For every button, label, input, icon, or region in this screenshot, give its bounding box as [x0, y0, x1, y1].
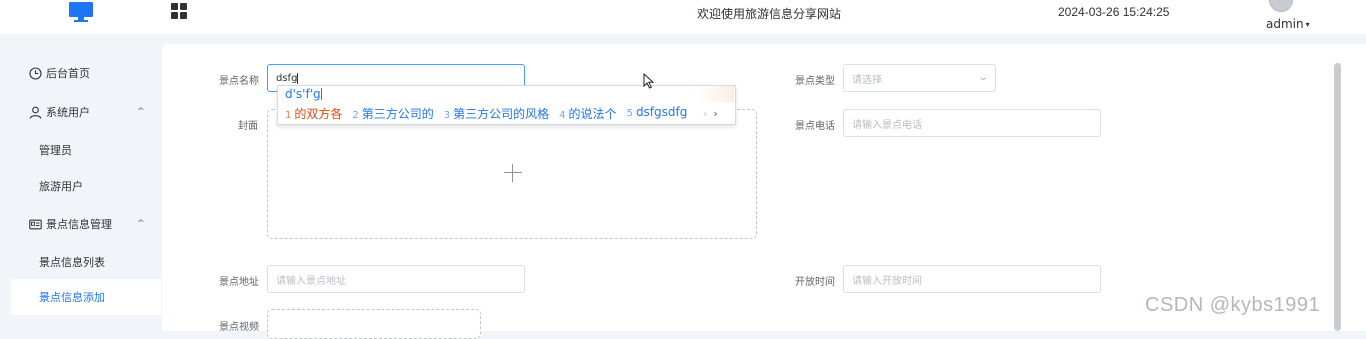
spot-phone-placeholder: 请输入景点电话	[852, 119, 922, 131]
ime-candidate-window: d's'f'g 1 的双方各 2 第三方公司的 3 第三方公司的风格 4 的说法个 5d…	[277, 85, 736, 125]
spot-address-label: 景点地址	[219, 277, 259, 288]
ime-candidate-text: 第三方公司的风格	[453, 107, 550, 121]
chevron-up-icon: ^	[137, 219, 145, 229]
ime-candidate-number: 3	[443, 110, 451, 121]
sidebar-item-admins[interactable]: 管理员	[0, 132, 161, 168]
user-name-label: admin	[1266, 17, 1304, 31]
chevron-down-icon: ⌄	[976, 72, 989, 83]
sidebar-item-label: 系统用户	[46, 106, 90, 119]
spot-phone-label: 景点电话	[795, 121, 835, 132]
ime-candidate[interactable]: 2 第三方公司的	[352, 105, 433, 122]
user-menu[interactable]: admin ▾	[1266, 17, 1310, 31]
cover-upload-area[interactable]	[267, 109, 757, 239]
sidebar-item-home[interactable]: 后台首页	[0, 55, 161, 91]
monitor-logo-icon	[69, 2, 93, 22]
sidebar-item-label: 景点信息管理	[46, 218, 112, 231]
spot-phone-input[interactable]: 请输入景点电话	[843, 109, 1101, 137]
plus-icon	[504, 164, 522, 182]
ime-candidate-number: 5	[626, 108, 633, 119]
ime-skin-decoration	[698, 86, 734, 102]
ime-candidate-list: 1 的双方各 2 第三方公司的 3 第三方公司的风格 4 的说法个 5 dsfgsdfg	[285, 105, 697, 122]
spot-type-label: 景点类型	[795, 76, 835, 87]
ime-candidate[interactable]: 3 第三方公司的风格	[444, 105, 549, 122]
site-title: 欢迎使用旅游信息分享网站	[697, 7, 842, 21]
ime-candidate-text: 的双方各	[294, 107, 343, 121]
ime-composition: d's'f'g	[285, 87, 322, 101]
ime-candidate-number: 1	[285, 110, 292, 121]
ime-candidate-number: 4	[559, 110, 566, 121]
menu-grid-icon[interactable]	[171, 3, 187, 19]
spot-address-input[interactable]: 请输入景点地址	[267, 265, 525, 293]
watermark: CSDN @kybs1991	[1145, 294, 1321, 316]
open-time-label: 开放时间	[795, 277, 835, 288]
user-icon	[28, 105, 42, 119]
open-time-input[interactable]: 请输入开放时间	[843, 265, 1101, 293]
top-header: 欢迎使用旅游信息分享网站 2024-03-26 15:24:25 admin ▾	[0, 0, 1366, 34]
video-upload-area[interactable]	[267, 309, 481, 339]
id-card-icon	[28, 217, 42, 231]
sidebar-item-spot-add[interactable]: 景点信息添加	[11, 279, 161, 315]
text-caret	[297, 72, 299, 84]
sidebar-item-travel-users[interactable]: 旅游用户	[0, 168, 161, 204]
spot-type-select[interactable]: 请选择 ⌄	[843, 64, 996, 92]
sidebar-item-spot-management[interactable]: 景点信息管理 ^	[0, 206, 161, 242]
spot-address-placeholder: 请输入景点地址	[276, 275, 346, 287]
chevron-left-icon[interactable]: ‹	[703, 107, 707, 120]
ime-candidate[interactable]: 4 的说法个	[559, 105, 616, 122]
user-avatar[interactable]	[1269, 0, 1293, 12]
ime-candidate-text: 第三方公司的	[361, 107, 434, 121]
mouse-pointer-icon	[643, 73, 655, 89]
spot-name-label: 景点名称	[219, 76, 259, 87]
sidebar-item-label: 后台首页	[46, 67, 90, 80]
sidebar-item-system-users[interactable]: 系统用户 ^	[0, 94, 161, 130]
sidebar-item-spot-list[interactable]: 景点信息列表	[0, 244, 161, 280]
vertical-scrollbar[interactable]	[1334, 63, 1341, 331]
caret-down-icon: ▾	[1305, 20, 1310, 29]
open-time-placeholder: 请输入开放时间	[852, 275, 922, 287]
ime-candidate[interactable]: 1 的双方各	[285, 105, 342, 122]
clock-icon	[28, 66, 42, 80]
ime-caret	[320, 88, 322, 100]
ime-candidate-number: 2	[352, 110, 359, 121]
chevron-up-icon: ^	[137, 107, 145, 117]
ime-candidate-text: 的说法个	[568, 107, 617, 121]
ime-composition-text: d's'f'g	[285, 87, 321, 101]
ime-candidate-text: dsfgsdfg	[635, 105, 688, 119]
ime-candidate[interactable]: 5 dsfgsdfg	[627, 105, 688, 122]
cover-label: 封面	[238, 121, 258, 132]
sidebar: 后台首页 系统用户 ^ 管理员 旅游用户 景点信息管理 ^ 景点信息列表 景点信…	[0, 34, 161, 331]
ime-page-nav: ‹ ›	[703, 107, 718, 120]
spot-type-placeholder: 请选择	[852, 74, 882, 86]
spot-name-value: dsfg	[276, 72, 298, 84]
chevron-right-icon[interactable]: ›	[713, 107, 717, 120]
current-datetime: 2024-03-26 15:24:25	[1058, 5, 1170, 19]
